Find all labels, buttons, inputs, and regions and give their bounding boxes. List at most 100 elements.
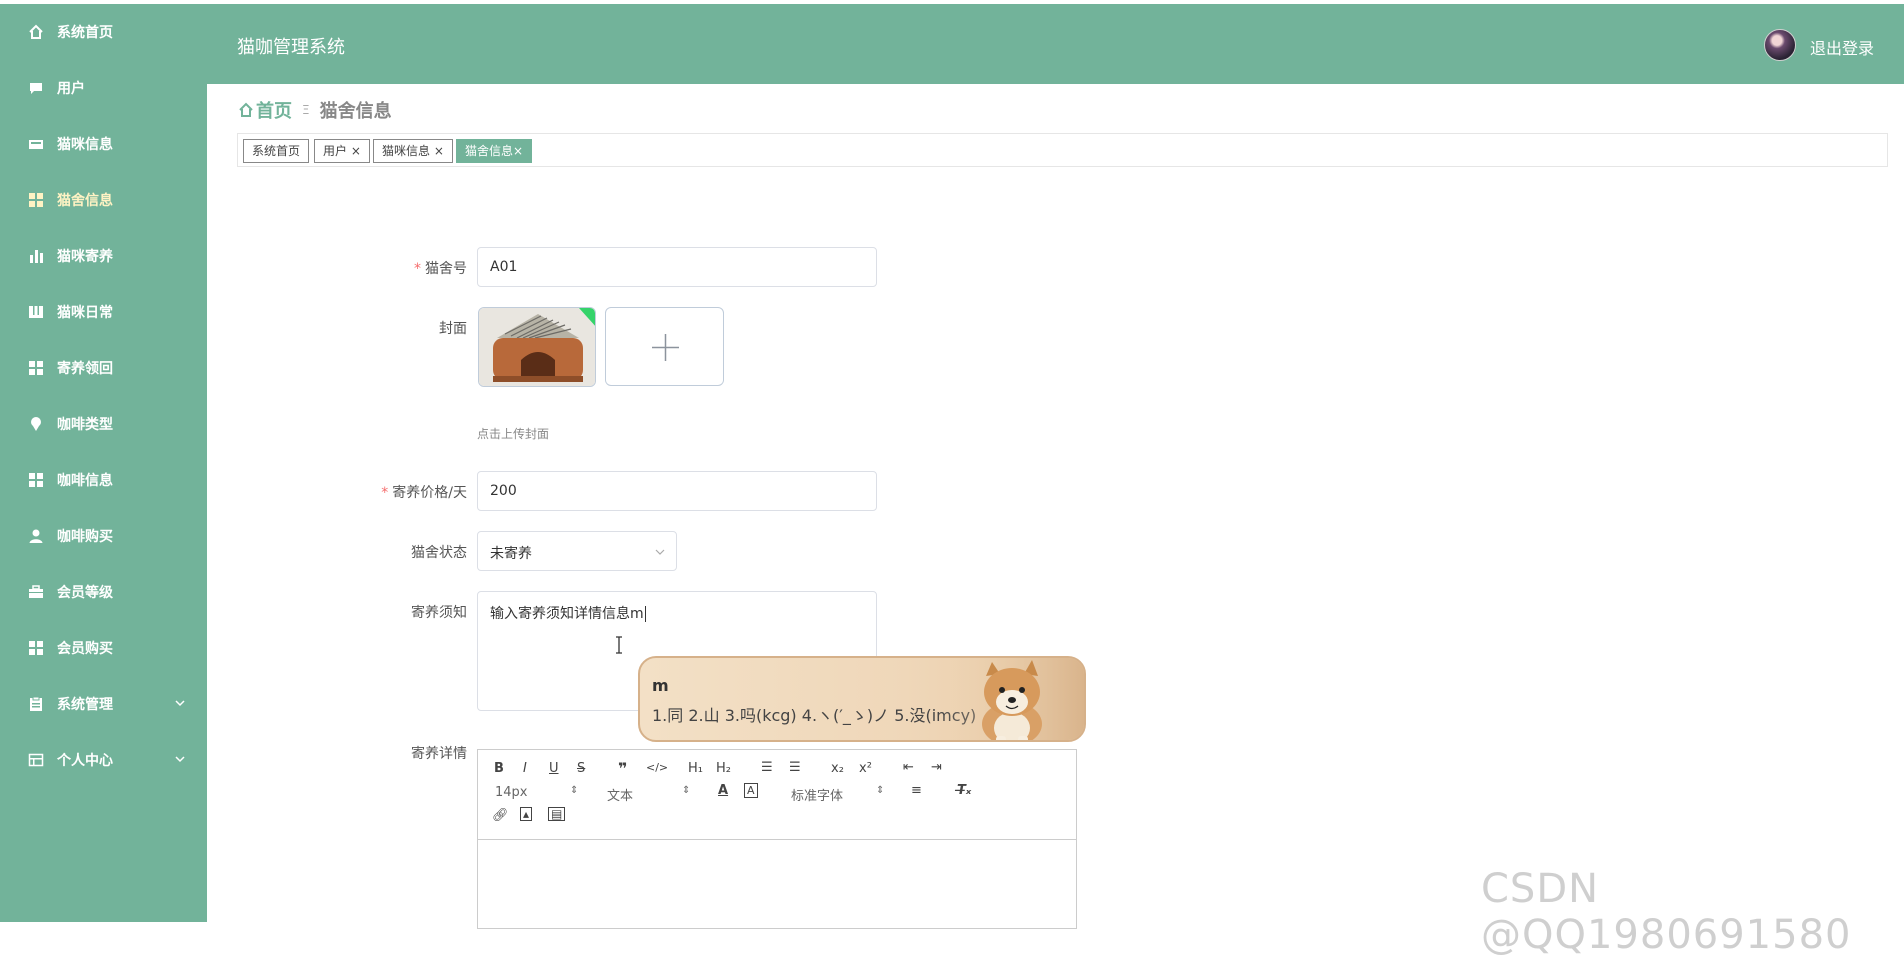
home-icon — [239, 102, 253, 117]
cover-upload-button[interactable] — [605, 307, 724, 386]
house-no-label: * 猫舍号 — [267, 258, 467, 278]
sidebar-item-cattery-info[interactable]: 猫舍信息 — [0, 180, 207, 220]
avatar[interactable] — [1764, 29, 1796, 61]
image-icon[interactable]: ▴ — [520, 807, 533, 821]
sidebar-item-coffee-type[interactable]: 咖啡类型 — [0, 404, 207, 444]
font-family-select[interactable]: 标准字体 — [791, 785, 843, 804]
ordered-list-icon[interactable]: ☰ — [761, 760, 773, 775]
outdent-icon[interactable]: ⇤ — [903, 760, 914, 775]
tag-label: 猫舍信息 — [465, 144, 514, 158]
breadcrumb-current: 猫舍信息 — [319, 101, 392, 122]
header2-icon[interactable]: H₂ — [716, 761, 731, 776]
bold-icon[interactable]: B — [494, 761, 504, 776]
status-select[interactable]: 未寄养 — [477, 531, 677, 571]
sidebar-item-member-level[interactable]: 会员等级 — [0, 572, 207, 612]
sidebar-item-label: 系统首页 — [57, 25, 113, 41]
blockquote-icon[interactable]: ❞ — [618, 759, 627, 778]
sidebar-item-personal-center[interactable]: 个人中心 — [0, 740, 207, 780]
tag-label: 用户 — [323, 144, 348, 158]
align-icon[interactable]: ≡ — [911, 783, 922, 798]
sidebar-item-boarding-return[interactable]: 寄养领回 — [0, 348, 207, 388]
sidebar-item-label: 咖啡信息 — [57, 473, 113, 489]
card-icon — [27, 135, 45, 153]
required-mark: * — [414, 261, 421, 277]
sidebar-item-member-purchase[interactable]: 会员购买 — [0, 628, 207, 668]
text-caret — [644, 606, 646, 622]
breadcrumb-home-label: 首页 — [256, 101, 292, 122]
strikethrough-icon[interactable]: S — [577, 761, 585, 776]
paragraph-select[interactable]: 文本 — [607, 785, 633, 804]
chevron-down-icon — [655, 549, 665, 555]
clear-format-icon[interactable]: T̶ₓ — [957, 783, 971, 798]
sidebar-item-system-management[interactable]: 系统管理 — [0, 684, 207, 724]
sidebar-item-cat-daily[interactable]: 猫咪日常 — [0, 292, 207, 332]
sidebar-item-coffee-info[interactable]: 咖啡信息 — [0, 460, 207, 500]
underline-icon[interactable]: U — [549, 761, 559, 776]
sidebar-item-label: 咖啡类型 — [57, 417, 113, 433]
indent-icon[interactable]: ⇥ — [931, 760, 942, 775]
chat-icon — [27, 79, 45, 97]
sidebar-item-cat-info[interactable]: 猫咪信息 — [0, 124, 207, 164]
window-icon — [27, 751, 45, 769]
briefcase-icon — [27, 583, 45, 601]
price-label: * 寄养价格/天 — [267, 482, 467, 502]
italic-icon[interactable]: I — [523, 761, 527, 776]
logout-button[interactable]: 退出登录 — [1810, 35, 1874, 59]
sidebar-item-label: 寄养领回 — [57, 361, 113, 377]
chevron-down-icon — [175, 700, 185, 707]
notice-text: 输入寄养须知详情信息m — [490, 606, 644, 622]
house-no-input[interactable]: A01 — [477, 247, 877, 287]
tag-home[interactable]: 系统首页 — [243, 139, 310, 163]
house-no-label-text: 猫舍号 — [425, 261, 467, 277]
updown-icon: ⇕ — [570, 785, 579, 796]
subscript-icon[interactable]: x₂ — [831, 761, 844, 776]
superscript-icon[interactable]: x² — [859, 761, 872, 776]
watermark: CSDN @QQ1980691580 — [1481, 866, 1852, 958]
breadcrumb-home[interactable]: 首页 — [238, 97, 292, 123]
columns-icon — [27, 303, 45, 321]
ime-candidate-window: m 1.同 2.山 3.吗(kcg) 4.ヽ(′_ゝ)ノ 5.没(imcy) — [638, 656, 1086, 742]
text-cursor-icon — [616, 636, 622, 654]
updown-icon: ⇕ — [876, 785, 885, 796]
sidebar-item-coffee-purchase[interactable]: 咖啡购买 — [0, 516, 207, 556]
sidebar-item-label: 咖啡购买 — [57, 529, 113, 545]
pin-icon — [27, 415, 45, 433]
grid-icon — [27, 471, 45, 489]
close-icon[interactable]: × — [513, 144, 523, 158]
font-size-select[interactable]: 14px — [495, 785, 528, 800]
sidebar-item-cat-boarding[interactable]: 猫咪寄养 — [0, 236, 207, 276]
video-icon[interactable]: ▤ — [548, 807, 566, 821]
background-color-icon[interactable]: A — [744, 783, 758, 798]
sidebar-item-label: 猫咪信息 — [57, 137, 113, 153]
sidebar-item-label: 猫舍信息 — [57, 193, 113, 209]
cover-image[interactable] — [478, 307, 596, 387]
close-icon[interactable]: × — [351, 144, 361, 158]
price-input[interactable]: 200 — [477, 471, 877, 511]
close-icon[interactable]: × — [434, 144, 444, 158]
tag-users[interactable]: 用户 × — [314, 139, 370, 163]
top-header: 猫咖管理系统 退出登录 — [207, 4, 1904, 84]
sidebar-item-label: 系统管理 — [57, 697, 113, 713]
sidebar-item-home[interactable]: 系统首页 — [0, 12, 207, 52]
plus-icon — [652, 334, 679, 361]
cover-label: 封面 — [439, 321, 467, 337]
bullet-list-icon[interactable]: ☰ — [789, 760, 801, 775]
tags-view: 系统首页 用户 × 猫咪信息 × 猫舍信息× — [237, 133, 1888, 167]
sidebar: 系统首页 用户 猫咪信息 猫舍信息 猫咪寄养 猫咪日常 寄养领回 咖啡类型 咖啡… — [0, 0, 207, 922]
tag-cat-info[interactable]: 猫咪信息 × — [373, 139, 453, 163]
home-icon — [27, 23, 45, 41]
rich-text-editor[interactable]: B I U S ❞ </> H₁ H₂ ☰ ☰ x₂ x² ⇤ ⇥ 14px ⇕… — [477, 749, 1077, 929]
font-color-icon[interactable]: A — [718, 783, 728, 798]
app-title: 猫咖管理系统 — [237, 37, 345, 58]
sidebar-item-label: 猫咪日常 — [57, 305, 113, 321]
ime-candidates[interactable]: 1.同 2.山 3.吗(kcg) 4.ヽ(′_ゝ)ノ 5.没(imcy) — [652, 702, 976, 726]
sidebar-item-users[interactable]: 用户 — [0, 68, 207, 108]
details-label: 寄养详情 — [411, 746, 467, 762]
grid-icon — [27, 639, 45, 657]
tag-label: 猫咪信息 — [382, 144, 431, 158]
header1-icon[interactable]: H₁ — [688, 761, 703, 776]
sidebar-top-strip — [0, 0, 207, 4]
code-block-icon[interactable]: </> — [646, 761, 668, 774]
link-icon[interactable]: 🔗︎ — [492, 808, 509, 823]
tag-cattery-info[interactable]: 猫舍信息× — [456, 139, 533, 163]
